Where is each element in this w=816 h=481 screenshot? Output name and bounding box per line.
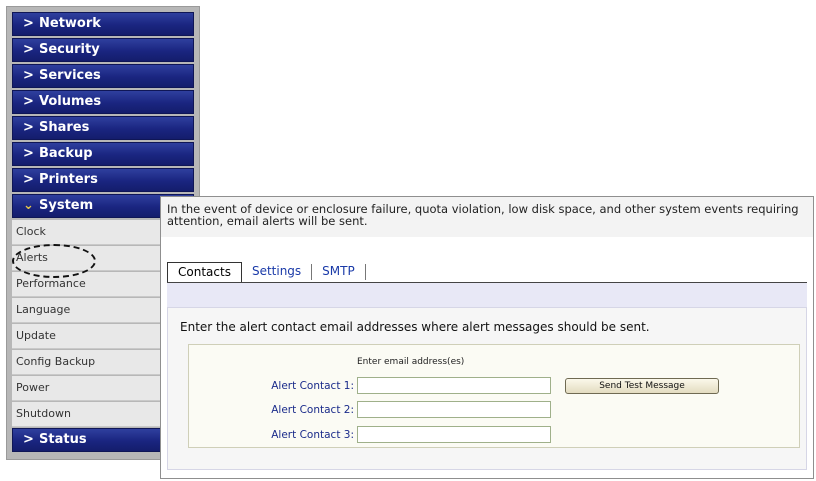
tab-bar: Contacts Settings SMTP — [167, 262, 366, 282]
tab-divider — [364, 264, 366, 280]
sidebar-item-shares[interactable]: > Shares — [12, 116, 194, 140]
sidebar-item-label: Network — [39, 16, 101, 31]
email-column-header: Enter email address(es) — [357, 357, 465, 367]
sidebar-item-security[interactable]: > Security — [12, 38, 194, 62]
contact-label: Alert Contact 3: — [271, 429, 354, 441]
tab-band — [167, 283, 807, 307]
sidebar-item-printers[interactable]: > Printers — [12, 168, 194, 192]
contact-label: Alert Contact 1: — [271, 380, 354, 392]
chevron-right-icon: > — [23, 94, 34, 109]
contact-row: Alert Contact 2: — [189, 401, 799, 419]
panel-description: In the event of device or enclosure fail… — [161, 197, 813, 237]
alerts-panel: In the event of device or enclosure fail… — [160, 196, 814, 479]
tab-smtp[interactable]: SMTP — [312, 262, 365, 282]
chevron-right-icon: > — [23, 42, 34, 57]
chevron-down-icon: ⌄ — [23, 198, 34, 213]
alert-contact-1-input[interactable] — [357, 377, 551, 394]
tab-contacts[interactable]: Contacts — [167, 262, 242, 282]
sidebar-item-label: Shares — [39, 120, 90, 135]
alert-contact-3-input[interactable] — [357, 426, 551, 443]
sidebar-item-label: Volumes — [39, 94, 102, 109]
contacts-content: Enter the alert contact email addresses … — [167, 307, 807, 470]
chevron-right-icon: > — [23, 172, 34, 187]
chevron-right-icon: > — [23, 432, 34, 447]
sidebar-item-label: Services — [39, 68, 101, 83]
alert-contact-2-input[interactable] — [357, 401, 551, 418]
sidebar-item-network[interactable]: > Network — [12, 12, 194, 36]
sidebar-item-label: Security — [39, 42, 100, 57]
sidebar-item-label: Status — [39, 432, 87, 447]
tab-settings[interactable]: Settings — [242, 262, 311, 282]
sidebar-item-label: System — [39, 198, 94, 213]
chevron-right-icon: > — [23, 68, 34, 83]
chevron-right-icon: > — [23, 16, 34, 31]
sidebar-item-label: Printers — [39, 172, 98, 187]
chevron-right-icon: > — [23, 146, 34, 161]
instructions-text: Enter the alert contact email addresses … — [180, 320, 650, 334]
contact-row: Alert Contact 3: — [189, 426, 799, 444]
send-test-message-button[interactable]: Send Test Message — [565, 378, 719, 394]
sidebar-item-label: Backup — [39, 146, 93, 161]
contact-form: Enter email address(es) Alert Contact 1:… — [188, 344, 800, 448]
contact-label: Alert Contact 2: — [271, 404, 354, 416]
sidebar-item-backup[interactable]: > Backup — [12, 142, 194, 166]
sidebar-item-volumes[interactable]: > Volumes — [12, 90, 194, 114]
sidebar-item-services[interactable]: > Services — [12, 64, 194, 88]
chevron-right-icon: > — [23, 120, 34, 135]
